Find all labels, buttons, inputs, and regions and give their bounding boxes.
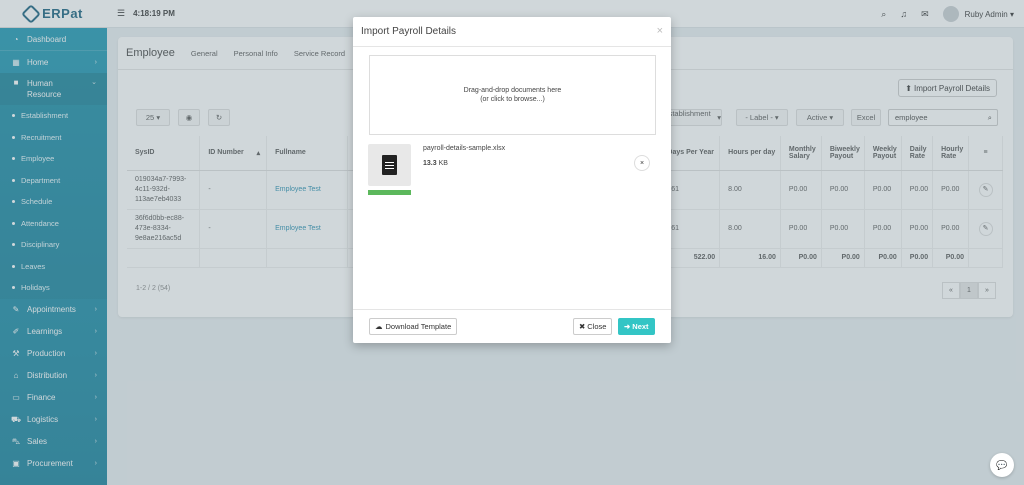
close-button-label: Close <box>587 322 607 331</box>
modal-title: Import Payroll Details <box>353 17 671 47</box>
remove-file-button[interactable]: × <box>634 155 650 171</box>
cloud-download-icon: ☁ <box>375 322 383 331</box>
document-icon <box>382 155 397 175</box>
file-dropzone[interactable]: Drag-and-drop documents here (or click t… <box>369 55 656 135</box>
dropzone-hint: (or click to browse...) <box>480 96 545 103</box>
file-size-unit: KB <box>436 160 448 167</box>
close-icon: ✖ <box>579 322 586 331</box>
next-button[interactable]: ➜ Next <box>618 318 655 335</box>
modal-close-icon[interactable]: × <box>657 25 663 37</box>
file-size-value: 13.3 <box>423 160 437 167</box>
download-template-button[interactable]: ☁ Download Template <box>369 318 458 335</box>
upload-progress-bar <box>368 190 411 195</box>
file-name: payroll-details-sample.xlsx <box>423 145 506 152</box>
close-button[interactable]: ✖ Close <box>573 318 613 335</box>
file-size: 13.3 KB <box>423 160 448 167</box>
modal-footer: ☁ Download Template ✖ Close ➜ Next <box>353 309 671 343</box>
file-preview <box>368 144 411 195</box>
close-icon: × <box>639 159 645 167</box>
file-thumbnail <box>368 144 411 186</box>
import-payroll-modal: Import Payroll Details × Drag-and-drop d… <box>353 17 671 343</box>
arrow-right-circle-icon: ➜ <box>624 322 631 331</box>
chat-icon: 💬 <box>996 459 1008 470</box>
dropzone-text: Drag-and-drop documents here <box>463 87 562 94</box>
chat-button[interactable]: 💬 <box>990 453 1014 477</box>
download-template-label: Download Template <box>385 322 452 331</box>
next-button-label: Next <box>632 322 649 331</box>
